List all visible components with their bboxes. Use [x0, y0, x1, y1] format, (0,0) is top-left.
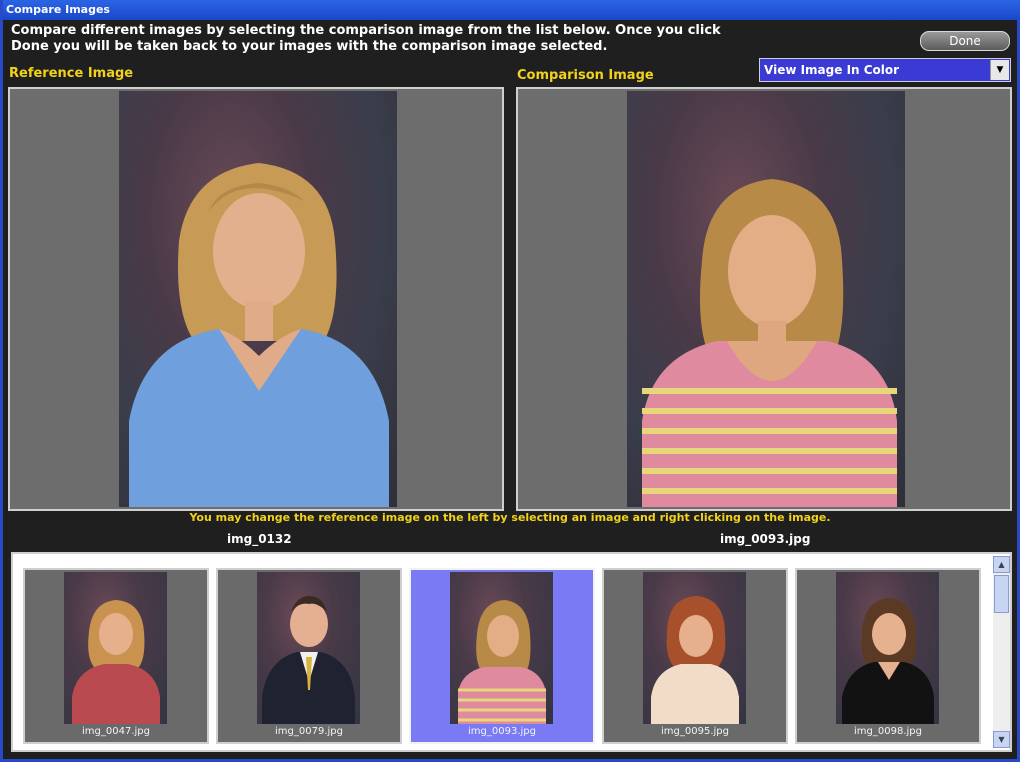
reference-image-viewer[interactable] — [8, 87, 504, 511]
thumbnail-photo — [450, 572, 553, 724]
thumbnail-photo — [64, 572, 167, 724]
view-mode-dropdown[interactable]: View Image In Color ▼ — [759, 58, 1011, 82]
thumbnail-filename: img_0093.jpg — [468, 726, 536, 737]
reference-change-hint: You may change the reference image on th… — [189, 511, 831, 524]
chevron-down-icon[interactable]: ▼ — [990, 60, 1009, 80]
reference-filename: img_0132 — [227, 532, 292, 546]
thumbnail-filename: img_0079.jpg — [275, 726, 343, 737]
thumbnail-item-selected[interactable]: img_0093.jpg — [409, 568, 595, 744]
reference-photo — [119, 91, 397, 507]
scrollbar-thumb[interactable] — [994, 575, 1009, 613]
thumbnail-photo — [257, 572, 360, 724]
thumbnail-photo — [643, 572, 746, 724]
window-title: Compare Images — [3, 0, 1020, 20]
comparison-image-viewer[interactable] — [516, 87, 1012, 511]
thumbnail-strip: img_0047.jpg img_0079.jpg img_0093.jpg i… — [11, 552, 1012, 752]
thumbnail-item[interactable]: img_0079.jpg — [216, 568, 402, 744]
instructions-line-2: Done you will be taken back to your imag… — [11, 39, 608, 54]
thumbnail-filename: img_0047.jpg — [82, 726, 150, 737]
arrow-down-icon[interactable]: ▼ — [993, 731, 1010, 748]
thumbnail-filename: img_0095.jpg — [661, 726, 729, 737]
arrow-up-icon[interactable]: ▲ — [993, 556, 1010, 573]
reference-portrait — [129, 163, 389, 507]
instructions-text: Compare different images by selecting th… — [11, 23, 771, 55]
thumbnail-item[interactable]: img_0047.jpg — [23, 568, 209, 744]
thumbnail-filename: img_0098.jpg — [854, 726, 922, 737]
instructions-line-1: Compare different images by selecting th… — [11, 23, 721, 38]
thumbnail-item[interactable]: img_0098.jpg — [795, 568, 981, 744]
thumbnail-scrollbar[interactable]: ▲ ▼ — [993, 556, 1010, 748]
comparison-portrait — [642, 179, 897, 507]
comparison-photo — [627, 91, 905, 507]
done-button[interactable]: Done — [920, 31, 1010, 51]
reference-image-label: Reference Image — [9, 66, 134, 81]
view-mode-selected: View Image In Color — [764, 63, 900, 77]
compare-images-window: Compare Images Compare different images … — [0, 0, 1020, 762]
comparison-image-label: Comparison Image — [517, 68, 654, 83]
thumbnail-photo — [836, 572, 939, 724]
thumbnail-item[interactable]: img_0095.jpg — [602, 568, 788, 744]
comparison-filename: img_0093.jpg — [720, 532, 811, 546]
